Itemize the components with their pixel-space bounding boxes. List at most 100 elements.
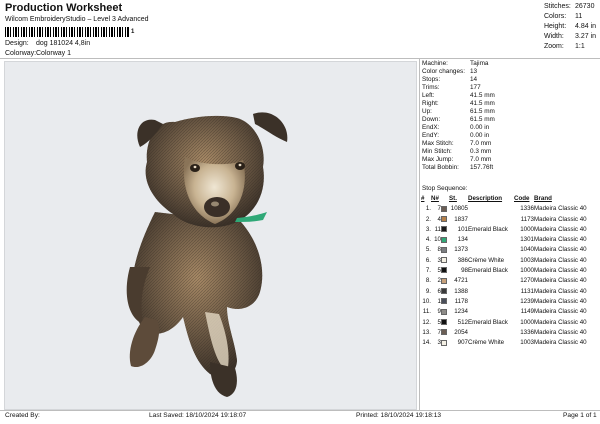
stop-number: 8.: [425, 277, 431, 285]
stitch-count: 2054: [454, 328, 468, 336]
thread-brand: Madeira Classic 40: [534, 308, 587, 316]
table-row: 3. 11 101 Emerald Black 1000 Madeira Classic …: [421, 225, 587, 235]
color-swatch: [441, 318, 449, 328]
color-swatch: [441, 266, 449, 276]
barcode: [5, 27, 130, 37]
colorway-label: Colorway:: [5, 50, 37, 57]
stat-height: Height: 4.84 in: [544, 23, 597, 30]
thread-brand: Madeira Classic 40: [534, 246, 587, 254]
thread-brand: Madeira Classic 40: [534, 225, 587, 233]
thread-color-swatch: [441, 339, 447, 346]
thread-description: [468, 297, 514, 307]
thread-code: 1239: [520, 297, 534, 305]
stat-zoom: Zoom: 1:1: [544, 43, 585, 50]
info-row: Total Bobbin: 157.76ft: [422, 164, 494, 171]
table-row: 13. 7 2054 1336 Madeira Classic 40: [421, 328, 586, 338]
col-header-code: Code: [514, 195, 530, 202]
thread-brand: Madeira Classic 40: [534, 215, 587, 223]
needle-number: 9: [437, 308, 441, 316]
color-swatch: [441, 328, 449, 338]
colorway-row: Colorway:Colorway 1: [5, 50, 71, 57]
thread-description: Crème White: [468, 256, 505, 264]
table-row: 10. 1 1178 1239 Madeira Classic 40: [421, 297, 586, 307]
stitch-count: 98: [461, 267, 468, 275]
stop-number: 7.: [425, 267, 431, 275]
column-divider: [419, 59, 420, 410]
thread-code: 1040: [520, 246, 534, 254]
thread-code: 1301: [520, 236, 534, 244]
info-row: Color changes: 13: [422, 68, 478, 75]
stitch-count: 512: [457, 318, 468, 326]
thread-brand: Madeira Classic 40: [534, 318, 587, 326]
thread-code: 1131: [520, 287, 534, 295]
table-row: 4. 10 134 1301 Madeira Classic 40: [421, 235, 587, 245]
stitch-count: 386: [457, 256, 468, 264]
thread-color-swatch: [441, 298, 447, 305]
design-row: Design: dog 181024 4,8in: [5, 40, 90, 47]
info-row: Max Jump: 7.0 mm: [422, 156, 492, 163]
stop-sequence-table: # N# St. Description Code Brand 1. 7 10805…: [421, 194, 587, 348]
table-row: 12. 5 512 Emerald Black 1000 Madeira Classic …: [421, 318, 587, 328]
stop-sequence-title: Stop Sequence:: [422, 185, 468, 192]
info-row: Up: 61.5 mm: [422, 108, 495, 115]
stitch-count: 1234: [454, 308, 468, 316]
stop-number: 1.: [425, 205, 431, 213]
needle-number: 3: [437, 339, 441, 347]
table-row: 2. 4 1837 1173 Madeira Classic 40: [421, 215, 587, 225]
color-swatch: [441, 276, 449, 286]
printed-date: Printed: 18/10/2024 19:18:13: [356, 412, 442, 419]
col-header-swatch: [441, 194, 449, 204]
thread-color-swatch: [441, 288, 447, 295]
thread-color-swatch: [441, 226, 447, 233]
thread-description: Crème White: [468, 339, 505, 347]
thread-description: [468, 245, 514, 255]
stop-number: 9.: [425, 287, 431, 295]
needle-number: 8: [437, 246, 441, 254]
table-row: 1. 7 10805 1336 Madeira Classic 40: [421, 204, 587, 214]
needle-number: 1: [437, 297, 441, 305]
needle-number: 5: [437, 318, 441, 326]
needle-number: 7: [437, 328, 441, 336]
thread-description: Emerald Black: [468, 225, 508, 233]
thread-color-swatch: [441, 267, 447, 274]
stitch-count: 4721: [454, 277, 468, 285]
info-row: Right: 41.5 mm: [422, 100, 495, 107]
table-row: 6. 3 386 Crème White 1003 Madeira Classic 40: [421, 256, 587, 266]
stat-width: Width: 3.27 in: [544, 33, 597, 40]
page-number: Page 1 of 1: [563, 412, 597, 419]
thread-description: [468, 328, 514, 338]
color-swatch: [441, 215, 449, 225]
stitch-count: 101: [457, 225, 468, 233]
stitch-count: 134: [457, 236, 468, 244]
needle-number: 11: [434, 225, 441, 233]
thread-brand: Madeira Classic 40: [534, 205, 587, 213]
table-row: 11. 9 1234 1149 Madeira Classic 40: [421, 307, 587, 317]
thread-code: 1000: [520, 225, 534, 233]
thread-code: 1336: [520, 328, 534, 336]
thread-description: [468, 287, 514, 297]
color-swatch: [441, 338, 449, 348]
thread-code: 1000: [520, 267, 534, 275]
info-row: Machine: Tajima: [422, 60, 489, 67]
dog-embroidery-image: [126, 112, 288, 397]
thread-code: 1173: [520, 215, 534, 223]
colorway-value: Colorway 1: [36, 50, 72, 57]
thread-code: 1270: [520, 277, 534, 285]
thread-description: [468, 215, 514, 225]
software-name: Wilcom EmbroideryStudio – Level 3 Advanc…: [5, 16, 149, 23]
created-by: Created By:: [5, 412, 40, 419]
thread-color-swatch: [441, 215, 447, 222]
stitch-count: 1178: [454, 297, 468, 305]
stop-number: 6.: [425, 256, 431, 264]
stop-number: 10.: [422, 297, 431, 305]
thread-description: [468, 235, 514, 245]
info-row: EndY: 0.00 in: [422, 132, 490, 139]
table-header-row: # N# St. Description Code Brand: [421, 194, 587, 204]
thread-color-swatch: [441, 257, 447, 264]
table-row: 8. 2 4721 1270 Madeira Classic 40: [421, 276, 587, 286]
col-header-stop: #: [421, 195, 425, 202]
color-swatch: [441, 245, 449, 255]
needle-number: 4: [437, 215, 441, 223]
design-preview: [4, 61, 417, 410]
stop-number: 14.: [422, 339, 431, 347]
